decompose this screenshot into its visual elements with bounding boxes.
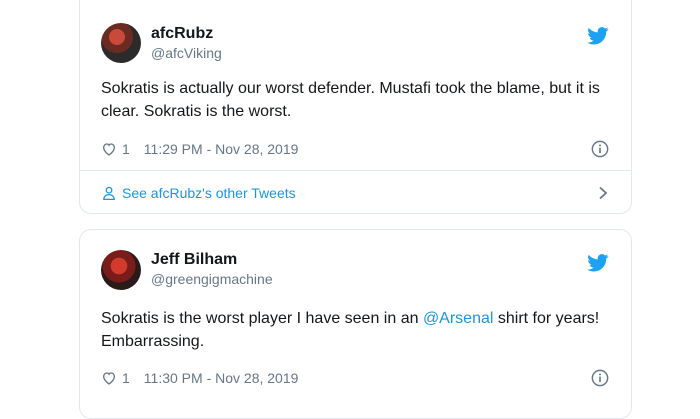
tweet-text: Sokratis is actually our worst defender.… xyxy=(101,80,600,120)
avatar[interactable] xyxy=(101,23,141,63)
heart-icon[interactable] xyxy=(101,141,117,157)
info-icon[interactable] xyxy=(591,369,609,387)
tweet-meta: 1 11:29 PM - Nov 28, 2019 xyxy=(101,139,298,159)
timestamp[interactable]: 11:29 PM - Nov 28, 2019 xyxy=(144,141,299,157)
tweet-card[interactable]: Jeff Bilham @greengigmachine Sokratis is… xyxy=(79,229,632,419)
like-count[interactable]: 1 xyxy=(122,141,130,157)
tweet-text-part: Sokratis is the worst player I have seen… xyxy=(101,310,423,327)
handle[interactable]: @afcViking xyxy=(151,45,222,61)
display-name[interactable]: Jeff Bilham xyxy=(151,251,237,269)
avatar[interactable] xyxy=(101,250,141,290)
tweet-meta: 1 11:30 PM - Nov 28, 2019 xyxy=(101,368,298,388)
twitter-bird-icon[interactable] xyxy=(587,27,609,45)
heart-icon[interactable] xyxy=(101,370,117,386)
tweet-card[interactable]: afcRubz @afcViking Sokratis is actually … xyxy=(79,0,632,214)
info-icon[interactable] xyxy=(591,140,609,158)
display-name[interactable]: afcRubz xyxy=(151,25,213,43)
person-icon xyxy=(103,186,115,201)
tweet-text: Sokratis is the worst player I have seen… xyxy=(101,307,611,353)
handle[interactable]: @greengigmachine xyxy=(151,271,273,287)
see-other-tweets-link[interactable]: See afcRubz's other Tweets xyxy=(101,183,296,203)
divider xyxy=(80,170,631,171)
twitter-bird-icon[interactable] xyxy=(587,254,609,272)
timestamp[interactable]: 11:30 PM - Nov 28, 2019 xyxy=(144,370,299,386)
see-other-tweets-label[interactable]: See afcRubz's other Tweets xyxy=(122,185,296,201)
mention-link[interactable]: @Arsenal xyxy=(423,310,494,327)
like-count[interactable]: 1 xyxy=(122,370,130,386)
chevron-right-icon[interactable] xyxy=(597,186,609,200)
